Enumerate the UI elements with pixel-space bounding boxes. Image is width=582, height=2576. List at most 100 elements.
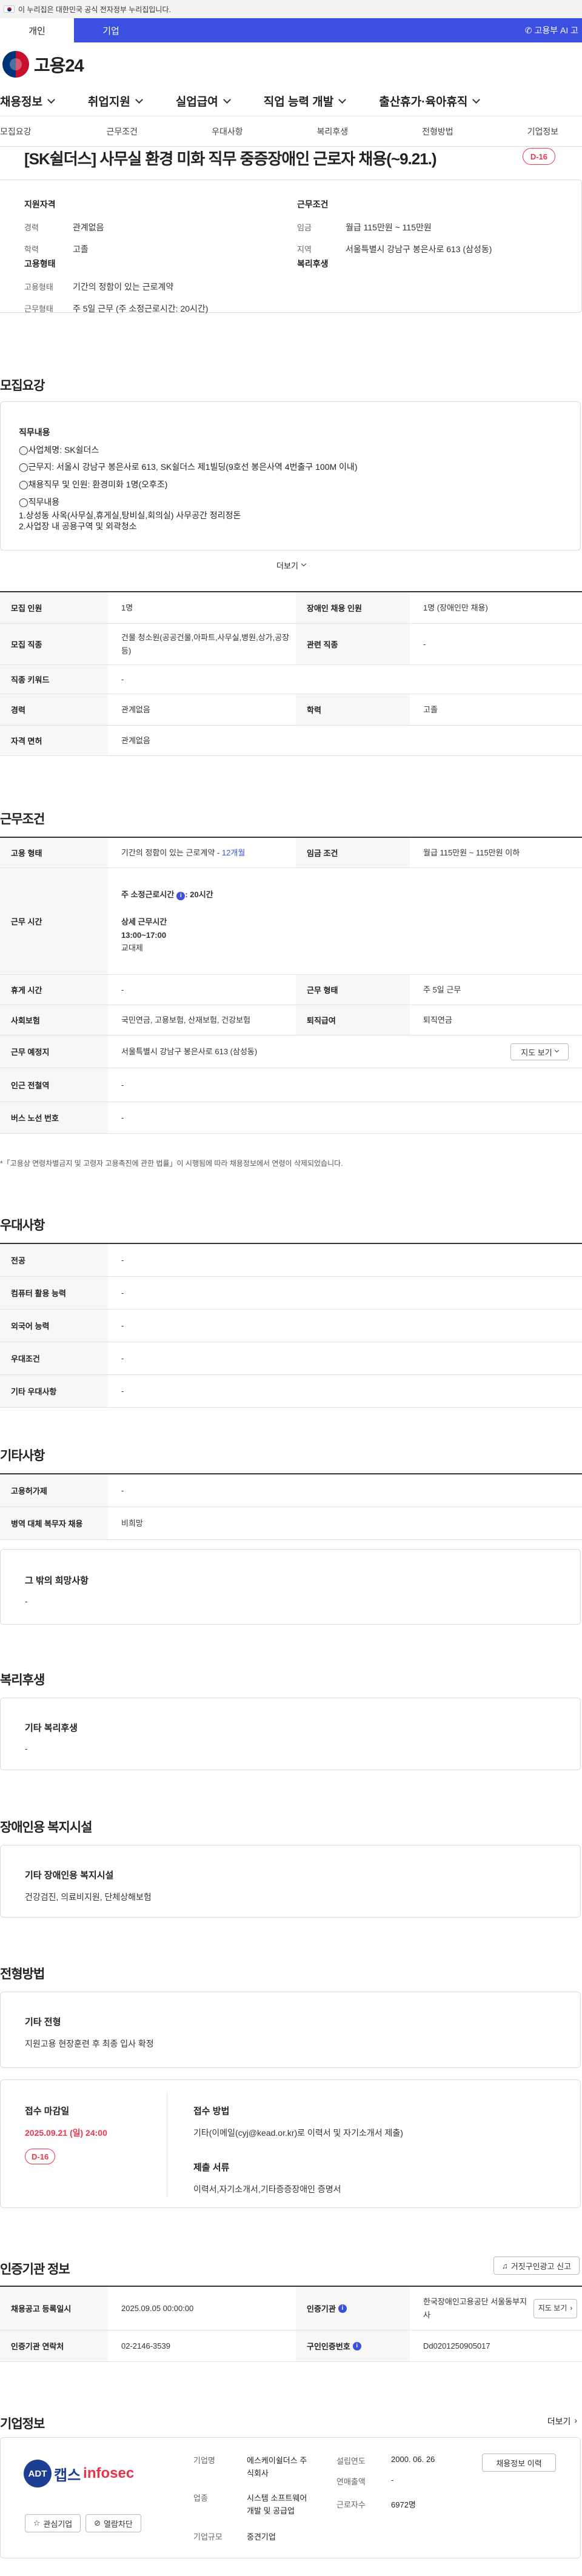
table-cell: Dd020125090501​7 [423, 2341, 490, 2350]
company-more-link[interactable]: 더보기 › [547, 2415, 577, 2427]
section-title-company: 기업정보 [0, 2417, 45, 2431]
edu-value: 고졸 [73, 244, 89, 254]
more-button[interactable]: 더보기 [0, 552, 582, 578]
table-header: 근무 시간 [0, 868, 108, 974]
table-row: 버스 노선 번호 - [0, 1102, 582, 1134]
table-header: 장애인 채용 인원 [296, 592, 410, 623]
worktype-label: 근무형태 [24, 304, 53, 313]
chevron-down-icon [301, 561, 307, 566]
nav-label: 직업 능력 개발 [263, 96, 334, 109]
table-header: 인증기관 i [296, 2287, 410, 2330]
facility-card: 기타 장애인용 복지시설 건강검진, 의료비지원, 단체상해보험 [0, 1845, 581, 1918]
table-header: 외국어 능력 [0, 1310, 108, 1342]
table-cell: 주 소정근로시간 i: 20시간 상세 근무시간 13:00~17:00 교대제 [108, 868, 582, 974]
facility-title: 기타 장애인용 복지시설 [25, 1870, 114, 1881]
table-cell: 고졸 [423, 704, 438, 714]
table-cell: 1명 (장애인만 채용) [423, 603, 488, 612]
duty-line: 2.사업장 내 공용구역 및 외곽청소 [19, 521, 137, 532]
table-header: 우대조건 [0, 1342, 108, 1374]
block-company-button[interactable]: ⊘ 열람차단 [85, 2514, 141, 2532]
emptype-label: 고용형태 [24, 283, 53, 292]
info-icon[interactable]: i [352, 2341, 361, 2350]
goyong24-logo-icon[interactable] [2, 51, 29, 78]
nav-item-vocational-training[interactable]: 직업 능력 개발 [264, 93, 379, 109]
weekly-hours-label: 주 소정근로시간 [121, 889, 175, 899]
job-history-button[interactable]: 채용정보 이력 [482, 2454, 556, 2472]
table-header: 채용공고 등록일시 [0, 2287, 108, 2330]
nav-item-unemployment-benefit[interactable]: 실업급여 [176, 93, 264, 109]
table-row: 채용공고 등록일시 2025.09.05 00:00:00 인증기관 i 한국장애… [0, 2287, 582, 2330]
favorite-company-button[interactable]: ☆ 관심기업 [25, 2514, 81, 2532]
age-law-note: *「고용상 연령차별금지 및 고령자 고용촉진에 관한 법률」이 시행됨에 따라… [0, 1159, 343, 1168]
report-fake-ad-button[interactable]: ♫ 거짓구인광고 신고 [493, 2257, 580, 2275]
chat-icon: ✆ [524, 25, 532, 35]
wage-label: 임금 [297, 223, 312, 232]
process-card: 기타 전형 지원고용 현장훈련 후 최종 입사 확정 [0, 1992, 581, 2068]
table-row: 인증기관 연락처 02-2146-3539 구인인증번호 i Dd02012509… [0, 2330, 582, 2362]
duty-card: 직무내용 ◯사업체명: SK쉴더스 ◯근무지: 서울시 강남구 봉은사로 613… [0, 401, 581, 550]
info-icon[interactable]: i [338, 2304, 347, 2313]
table-cell: 건물 청소원(공공건물,아파트,사무실,병원,상가,공장 등) [121, 633, 290, 655]
duty-line: 1.상성동 사옥(사무실,휴게실,탕비실,회의실) 사무공간 정리정돈 [19, 510, 241, 521]
table-row: 고용 형태 기간의 정함이 있는 근로계약 - 12개월 임금 조건 월급 11… [0, 838, 582, 868]
anchor-welfare[interactable]: 복리후생 [317, 125, 349, 138]
ai-link[interactable]: ✆ 고용부 AI 고 [525, 18, 582, 42]
weekly-hours: 주 소정근로시간 i: 20시간 [121, 888, 213, 901]
etc-table: 고용허가제 - 병역 대체 복무자 채용 비희망 [0, 1473, 582, 1540]
table-cell: 02-2146-3539 [121, 2341, 170, 2350]
anchor-pref[interactable]: 우대사항 [212, 125, 243, 138]
table-row: 경력 관계없음 학력 고졸 [0, 694, 582, 726]
recruit-table: 모집 인원 1명 장애인 채용 인원 1명 (장애인만 채용) 모집 직종 건물… [0, 591, 582, 756]
nav-item-jobs[interactable]: 채용정보 [0, 93, 88, 109]
nav-item-parental-leave[interactable]: 출산휴가·육아휴직 [379, 93, 513, 109]
info-icon[interactable]: i [176, 891, 186, 900]
hours-shift: 교대제 [121, 943, 143, 952]
wage-value: 월급 115만원 ~ 115만원 [346, 222, 432, 232]
staff-value: 6972명 [391, 2500, 416, 2509]
section-title-pref: 우대사항 [0, 1219, 45, 1233]
deadline-dday-badge: D-16 [25, 2149, 56, 2164]
map-btn-label: 지도 보기 [538, 2304, 567, 2313]
industry-value: 시스템 소프트웨어 개발 및 공급업 [247, 2494, 307, 2515]
chevron-down-icon [135, 95, 143, 104]
cert-id-label: 구인인증번호 [307, 2342, 350, 2351]
nav-item-employment-support[interactable]: 취업지원 [88, 93, 176, 109]
table-header: 퇴직급여 [296, 1005, 410, 1035]
section-title-work: 근무조건 [0, 812, 45, 826]
summary-employment: 고용형태 고용형태 기간의 정함이 있는 근로계약 근무형태 주 5일 근무 (주 … [24, 258, 279, 324]
contract-months: 12개월 [221, 848, 246, 857]
deadline-title: 접수 마감일 [25, 2106, 70, 2116]
anchor-recruit[interactable]: 모집요강 [0, 125, 32, 138]
table-row: 자격 면허 관계없음 [0, 726, 582, 756]
site-logo-text[interactable]: 고용24 [34, 52, 84, 77]
table-cell: - [121, 985, 124, 994]
table-header: 고용 형태 [0, 838, 108, 868]
table-header: 사회보험 [0, 1005, 108, 1035]
table-header: 경력 [0, 694, 108, 725]
section-title-facility: 장애인용 복지시설 [0, 1821, 92, 1835]
bell-icon: ♫ [501, 2261, 508, 2270]
org-label: 인증기관 [307, 2304, 336, 2313]
agency-map-button[interactable]: 지도 보기 › [534, 2299, 577, 2318]
tab-personal[interactable]: 개인 [0, 18, 74, 42]
anchor-process[interactable]: 전형방법 [422, 125, 453, 138]
docs-value: 이력서,자기소개서,기타증증장애인 증명서 [193, 2184, 341, 2194]
company-info: 기업명 에스케이쉴더스 주식회사 업종 시스템 소프트웨어 개발 및 공급업 기업규… [193, 2455, 307, 2544]
emptype-value: 기간의 정함이 있는 근로계약 - [121, 848, 220, 857]
table-cell: 주 5일 근무 [423, 985, 461, 994]
table-row: 모집 직종 건물 청소원(공공건물,아파트,사무실,병원,상가,공장 등) 관련… [0, 624, 582, 665]
anchor-company[interactable]: 기업정보 [527, 125, 559, 138]
anchor-work[interactable]: 근무조건 [107, 125, 138, 138]
process-value: 지원고용 현장훈련 후 최종 입사 확정 [25, 2039, 154, 2049]
table-header: 모집 인원 [0, 592, 108, 623]
worktype-value: 주 5일 근무 (주 소정근로시간: 20시간) [73, 304, 209, 313]
method-value: 기타(이메일(cyj@kead.or.kr)로 이력서 및 자기소개서 제출) [193, 2128, 403, 2138]
tab-company[interactable]: 기업 [74, 18, 148, 42]
table-header: 인근 전철역 [0, 1068, 108, 1102]
duty-line: ◯직무내용 [19, 497, 60, 507]
fav-btn-label: 관심기업 [43, 2519, 73, 2529]
map-view-button[interactable]: 지도 보기 [510, 1043, 569, 1060]
welfare-value: - [25, 1744, 28, 1753]
company-logo: ADT 캡스 infosec [24, 2460, 134, 2487]
hours-detail-label: 상세 근무시간 [121, 917, 167, 927]
